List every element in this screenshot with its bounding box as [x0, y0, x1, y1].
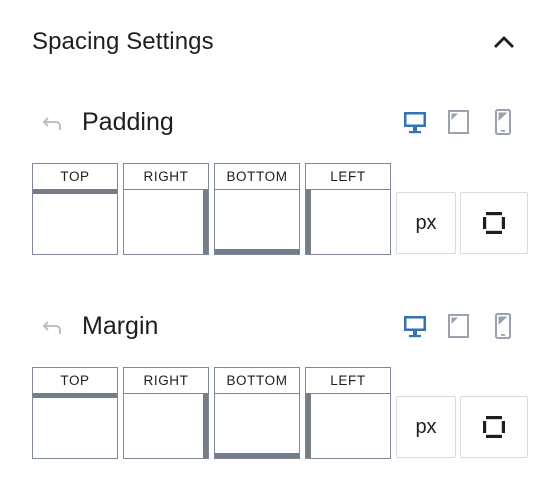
tablet-device-button[interactable] — [446, 312, 472, 340]
spacing-settings-panel: Spacing Settings Padding TOP RIGHT BOTTO… — [0, 0, 560, 496]
tablet-icon — [448, 110, 469, 134]
side-label-top: TOP — [60, 169, 90, 184]
padding-right-input[interactable] — [124, 189, 208, 254]
padding-label: Padding — [82, 108, 174, 136]
panel-title: Spacing Settings — [32, 28, 214, 55]
chevron-up-icon — [494, 36, 514, 48]
padding-right-field: RIGHT — [123, 163, 209, 255]
panel-header[interactable]: Spacing Settings — [0, 0, 560, 86]
margin-top-field: TOP — [32, 367, 118, 459]
desktop-icon — [404, 316, 426, 338]
mobile-icon — [495, 313, 511, 339]
desktop-icon — [404, 112, 426, 134]
margin-right-field: RIGHT — [123, 367, 209, 459]
link-sides-icon — [483, 416, 505, 438]
side-label-top: TOP — [60, 373, 90, 388]
margin-label: Margin — [82, 312, 159, 340]
margin-link-sides-button[interactable] — [460, 396, 528, 458]
reset-icon[interactable] — [38, 110, 64, 136]
side-label-bottom: BOTTOM — [226, 373, 288, 388]
padding-link-sides-button[interactable] — [460, 192, 528, 254]
padding-top-input[interactable] — [33, 189, 117, 254]
side-label-bottom: BOTTOM — [226, 169, 288, 184]
padding-bottom-input[interactable] — [215, 189, 299, 254]
tablet-device-button[interactable] — [446, 108, 472, 136]
side-label-left: LEFT — [330, 373, 366, 388]
tablet-icon — [448, 314, 469, 338]
margin-bottom-field: BOTTOM — [214, 367, 300, 459]
margin-unit-button[interactable]: px — [396, 396, 456, 458]
link-sides-icon — [483, 212, 505, 234]
padding-bottom-field: BOTTOM — [214, 163, 300, 255]
margin-top-input[interactable] — [33, 393, 117, 458]
padding-unit-button[interactable]: px — [396, 192, 456, 254]
collapse-button[interactable] — [488, 26, 520, 58]
mobile-device-button[interactable] — [490, 312, 516, 340]
side-label-right: RIGHT — [143, 373, 189, 388]
padding-group: Padding TOP RIGHT BOTTOM LEFT px — [0, 96, 560, 296]
desktop-device-button[interactable] — [402, 108, 428, 136]
margin-bottom-input[interactable] — [215, 393, 299, 458]
reset-icon[interactable] — [38, 314, 64, 340]
mobile-device-button[interactable] — [490, 108, 516, 136]
side-label-right: RIGHT — [143, 169, 189, 184]
padding-left-field: LEFT — [305, 163, 391, 255]
side-label-left: LEFT — [330, 169, 366, 184]
margin-left-input[interactable] — [306, 393, 390, 458]
desktop-device-button[interactable] — [402, 312, 428, 340]
margin-left-field: LEFT — [305, 367, 391, 459]
mobile-icon — [495, 109, 511, 135]
margin-group: Margin TOP RIGHT BOTTOM LEFT px — [0, 300, 560, 496]
margin-right-input[interactable] — [124, 393, 208, 458]
padding-top-field: TOP — [32, 163, 118, 255]
padding-left-input[interactable] — [306, 189, 390, 254]
